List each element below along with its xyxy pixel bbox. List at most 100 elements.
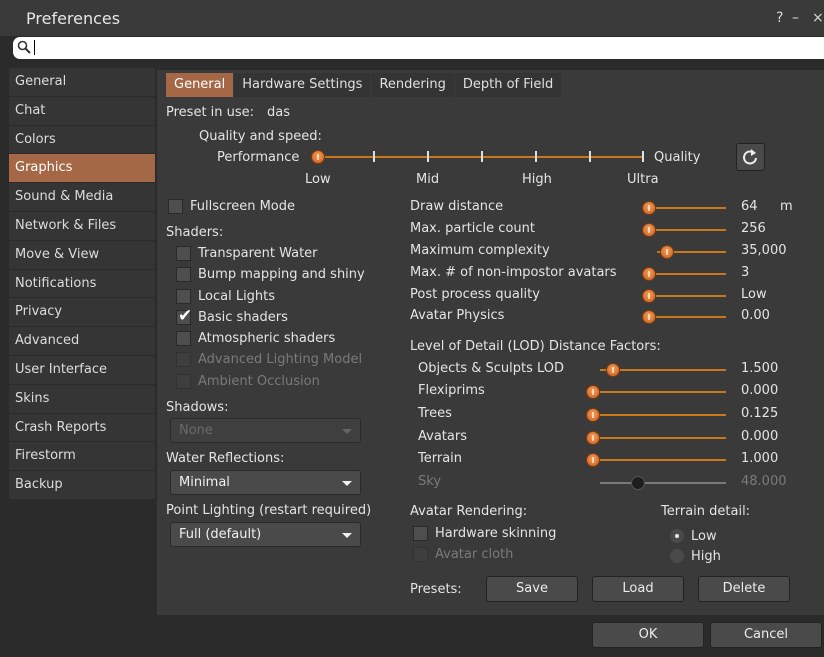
text-caret: [34, 40, 35, 55]
shaders-heading: Shaders:: [166, 225, 224, 240]
radio-selected-dot: [675, 534, 679, 538]
post-process-label: Post process quality: [410, 287, 540, 302]
particle-count-slider-thumb[interactable]: [642, 223, 656, 237]
quality-tick: [589, 151, 591, 162]
draw-distance-slider-track[interactable]: [649, 207, 726, 209]
basic-shaders-label: Basic shaders: [198, 310, 288, 325]
objects-lod-slider-thumb[interactable]: [605, 363, 620, 377]
basic-shaders-checkbox[interactable]: ✔: [176, 306, 192, 326]
sidebar-item-firestorm[interactable]: Firestorm: [9, 442, 155, 472]
post-process-slider-thumb[interactable]: [642, 289, 656, 303]
hardware-skinning-label: Hardware skinning: [435, 526, 557, 541]
draw-distance-value: 64: [741, 199, 758, 214]
fullscreen-checkbox[interactable]: [168, 199, 183, 214]
preset-value: das: [267, 105, 290, 120]
avatar-physics-slider-thumb[interactable]: [642, 310, 656, 324]
tab-hardware-settings[interactable]: Hardware Settings: [234, 73, 371, 97]
avatars-slider-thumb[interactable]: [586, 431, 600, 445]
checkmark-icon: ✔: [178, 306, 193, 326]
sidebar-item-network-files[interactable]: Network & Files: [9, 211, 155, 241]
draw-distance-label: Draw distance: [410, 199, 504, 214]
objects-lod-value: 1.500: [741, 361, 779, 376]
sky-value: 48.000: [741, 474, 787, 489]
water-reflections-dropdown[interactable]: Minimal: [170, 470, 361, 495]
search-input[interactable]: [13, 37, 824, 59]
draw-distance-unit: m: [780, 199, 793, 214]
sidebar: General Chat Colors Graphics Sound & Med…: [9, 68, 155, 500]
non-impostor-label: Max. # of non-impostor avatars: [410, 265, 617, 280]
non-impostor-slider-track[interactable]: [649, 273, 726, 275]
sidebar-item-chat[interactable]: Chat: [9, 96, 155, 126]
sky-slider-thumb: [630, 476, 645, 490]
ok-button[interactable]: OK: [592, 622, 704, 648]
sidebar-item-crash-reports[interactable]: Crash Reports: [9, 413, 155, 443]
avatar-cloth-checkbox: [413, 547, 428, 562]
terrain-detail-heading: Terrain detail:: [661, 504, 751, 519]
sidebar-item-sound-media[interactable]: Sound & Media: [9, 183, 155, 212]
water-reflections-heading: Water Reflections:: [166, 451, 285, 466]
load-preset-button[interactable]: Load: [592, 576, 684, 602]
trees-slider-track[interactable]: [593, 414, 726, 416]
avatar-physics-label: Avatar Physics: [410, 308, 505, 323]
max-complexity-label: Maximum complexity: [410, 243, 550, 258]
sidebar-item-move-view[interactable]: Move & View: [9, 240, 155, 270]
avatar-physics-slider-track[interactable]: [649, 316, 726, 318]
local-lights-checkbox[interactable]: [176, 289, 191, 304]
terrain-slider-thumb[interactable]: [586, 453, 600, 467]
sidebar-item-privacy[interactable]: Privacy: [9, 298, 155, 328]
close-button[interactable]: ×: [812, 10, 824, 26]
chevron-down-icon: [342, 429, 352, 434]
point-lighting-dropdown[interactable]: Full (default): [170, 522, 361, 547]
minimize-button[interactable]: –: [792, 10, 799, 26]
delete-preset-button[interactable]: Delete: [698, 576, 790, 602]
fullscreen-label: Fullscreen Mode: [190, 199, 295, 214]
sidebar-item-skins[interactable]: Skins: [9, 384, 155, 414]
chevron-down-icon: [342, 533, 352, 538]
tab-rendering[interactable]: Rendering: [371, 73, 454, 97]
particle-count-slider-track[interactable]: [649, 229, 726, 231]
sidebar-item-user-interface[interactable]: User Interface: [9, 355, 155, 385]
atmospheric-shaders-checkbox[interactable]: [176, 331, 191, 346]
avatars-value: 0.000: [741, 429, 779, 444]
hardware-skinning-checkbox[interactable]: [413, 526, 428, 541]
save-preset-button[interactable]: Save: [486, 576, 578, 602]
window-title: Preferences: [26, 9, 121, 28]
post-process-slider-track[interactable]: [649, 295, 726, 297]
flexiprims-slider-track[interactable]: [593, 391, 726, 393]
ambient-occlusion-label: Ambient Occlusion: [198, 374, 320, 389]
draw-distance-slider-thumb[interactable]: [642, 201, 656, 215]
sky-label: Sky: [418, 474, 442, 489]
sidebar-item-colors[interactable]: Colors: [9, 125, 155, 155]
presets-label: Presets:: [410, 582, 462, 597]
transparent-water-checkbox[interactable]: [176, 246, 191, 261]
sidebar-item-graphics[interactable]: Graphics: [9, 154, 155, 184]
performance-label: Performance: [217, 150, 300, 165]
sidebar-item-advanced[interactable]: Advanced: [9, 327, 155, 356]
refresh-icon[interactable]: [736, 143, 765, 171]
particle-count-value: 256: [741, 221, 766, 236]
lod-heading: Level of Detail (LOD) Distance Factors:: [410, 339, 661, 354]
terrain-slider-track[interactable]: [593, 459, 726, 461]
local-lights-label: Local Lights: [198, 289, 276, 304]
bump-mapping-checkbox[interactable]: [176, 267, 191, 282]
avatars-slider-track[interactable]: [593, 437, 726, 439]
trees-slider-thumb[interactable]: [586, 408, 600, 422]
tab-general[interactable]: General: [166, 73, 234, 97]
quality-tick-ultra: Ultra: [627, 172, 659, 187]
flexiprims-value: 0.000: [741, 383, 779, 398]
cancel-button[interactable]: Cancel: [710, 622, 822, 648]
sidebar-item-general[interactable]: General: [9, 68, 155, 97]
non-impostor-slider-thumb[interactable]: [642, 267, 656, 281]
preset-label: Preset in use:: [166, 105, 255, 120]
terrain-low-radio[interactable]: [670, 529, 684, 543]
point-lighting-heading: Point Lighting (restart required): [166, 503, 372, 518]
max-complexity-value: 35,000: [741, 243, 787, 258]
flexiprims-slider-thumb[interactable]: [586, 385, 600, 399]
quality-slider-thumb[interactable]: [311, 150, 325, 164]
shadows-heading: Shadows:: [166, 400, 229, 415]
terrain-high-radio[interactable]: [670, 549, 684, 563]
sidebar-item-notifications[interactable]: Notifications: [9, 269, 155, 299]
sidebar-item-backup[interactable]: Backup: [9, 471, 155, 500]
tab-depth-of-field[interactable]: Depth of Field: [454, 73, 562, 97]
help-button[interactable]: ?: [776, 10, 783, 26]
